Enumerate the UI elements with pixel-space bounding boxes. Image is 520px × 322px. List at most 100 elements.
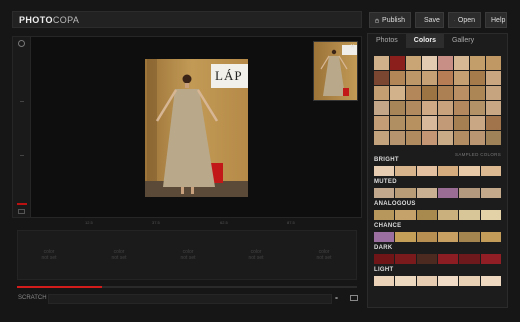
swatch-slot-4[interactable]: color not set: [236, 249, 276, 261]
help-button[interactable]: Help: [485, 12, 507, 28]
color-cell[interactable]: [422, 71, 438, 86]
color-cell[interactable]: [438, 101, 454, 116]
palette-color[interactable]: [437, 254, 460, 264]
color-cell[interactable]: [438, 71, 454, 86]
palette-color[interactable]: [459, 276, 481, 286]
color-cell[interactable]: [486, 116, 502, 131]
color-cell[interactable]: [486, 56, 502, 71]
palette-color[interactable]: [459, 232, 481, 242]
swatch-slot-1[interactable]: color not set: [29, 249, 69, 261]
palette-color[interactable]: [374, 188, 396, 198]
palette-color[interactable]: [480, 210, 502, 220]
color-cell[interactable]: [422, 86, 438, 101]
color-cell[interactable]: [422, 101, 438, 116]
color-cell[interactable]: [374, 86, 390, 101]
color-cell[interactable]: [470, 101, 486, 116]
color-cell[interactable]: [438, 86, 454, 101]
palette-color[interactable]: [480, 254, 502, 264]
link-icon[interactable]: ⚭: [334, 295, 339, 302]
color-cell[interactable]: [454, 71, 470, 86]
open-button[interactable]: Open: [448, 12, 481, 28]
color-cell[interactable]: [422, 131, 438, 146]
color-cell[interactable]: [454, 101, 470, 116]
palette-color[interactable]: [374, 210, 396, 220]
photo-stage[interactable]: LÁP ✕: [12, 36, 362, 218]
color-cell[interactable]: [422, 56, 438, 71]
palette-color[interactable]: [480, 188, 502, 198]
color-cell[interactable]: [486, 86, 502, 101]
palette-color[interactable]: [437, 232, 460, 242]
color-cell[interactable]: [454, 116, 470, 131]
color-cell[interactable]: [406, 71, 422, 86]
color-cell[interactable]: [486, 71, 502, 86]
color-cell[interactable]: [374, 71, 390, 86]
scratch-track[interactable]: [48, 294, 332, 304]
color-cell[interactable]: [486, 101, 502, 116]
palette-color[interactable]: [416, 210, 438, 220]
color-cell[interactable]: [390, 71, 406, 86]
palette-color[interactable]: [416, 254, 438, 264]
palette-color[interactable]: [437, 188, 460, 198]
palette-color[interactable]: [459, 210, 481, 220]
color-cell[interactable]: [470, 71, 486, 86]
swatch-slot-3[interactable]: color not set: [168, 249, 208, 261]
palette-color[interactable]: [437, 276, 460, 286]
color-cell[interactable]: [406, 131, 422, 146]
color-cell[interactable]: [454, 86, 470, 101]
tab-photos[interactable]: Photos: [368, 34, 406, 48]
palette-color[interactable]: [437, 166, 460, 176]
color-cell[interactable]: [406, 56, 422, 71]
color-cell[interactable]: [486, 131, 502, 146]
color-cell[interactable]: [374, 131, 390, 146]
palette-color[interactable]: [416, 188, 438, 198]
tab-gallery[interactable]: Gallery: [444, 34, 482, 48]
palette-color[interactable]: [395, 166, 417, 176]
color-cell[interactable]: [438, 56, 454, 71]
crop-icon[interactable]: [18, 209, 25, 214]
palette-color[interactable]: [459, 254, 481, 264]
palette-color[interactable]: [374, 166, 396, 176]
color-cell[interactable]: [454, 131, 470, 146]
main-photo[interactable]: LÁP: [145, 59, 248, 197]
color-cell[interactable]: [390, 131, 406, 146]
save-button[interactable]: Save: [415, 12, 444, 28]
palette-color[interactable]: [416, 166, 438, 176]
palette-color[interactable]: [480, 276, 502, 286]
color-cell[interactable]: [374, 101, 390, 116]
palette-color[interactable]: [480, 166, 502, 176]
palette-color[interactable]: [480, 232, 502, 242]
palette-color[interactable]: [459, 188, 481, 198]
color-cell[interactable]: [406, 101, 422, 116]
image-icon[interactable]: [350, 295, 358, 301]
palette-color[interactable]: [395, 210, 417, 220]
navigator-thumbnail[interactable]: ✕: [313, 41, 358, 101]
palette-color[interactable]: [395, 276, 417, 286]
palette-color[interactable]: [437, 210, 460, 220]
swatch-slot-5[interactable]: color not set: [304, 249, 344, 261]
color-cell[interactable]: [390, 101, 406, 116]
color-cell[interactable]: [390, 116, 406, 131]
palette-color[interactable]: [395, 188, 417, 198]
color-cell[interactable]: [454, 56, 470, 71]
color-cell[interactable]: [374, 116, 390, 131]
palette-color[interactable]: [416, 232, 438, 242]
color-cell[interactable]: [406, 86, 422, 101]
color-cell[interactable]: [438, 116, 454, 131]
gear-icon[interactable]: [18, 40, 25, 47]
color-cell[interactable]: [390, 56, 406, 71]
palette-color[interactable]: [374, 254, 396, 264]
palette-color[interactable]: [459, 166, 481, 176]
color-cell[interactable]: [470, 86, 486, 101]
swatch-slot-2[interactable]: color not set: [99, 249, 139, 261]
palette-color[interactable]: [374, 232, 396, 242]
color-cell[interactable]: [406, 116, 422, 131]
palette-color[interactable]: [395, 254, 417, 264]
color-cell[interactable]: [470, 131, 486, 146]
color-cell[interactable]: [438, 131, 454, 146]
color-cell[interactable]: [374, 56, 390, 71]
color-cell[interactable]: [422, 116, 438, 131]
timeline-ruler[interactable]: 12.5 37.5 62.5 87.5: [12, 218, 362, 228]
palette-color[interactable]: [395, 232, 417, 242]
tab-colors[interactable]: Colors: [405, 34, 444, 48]
palette-color[interactable]: [374, 276, 396, 286]
